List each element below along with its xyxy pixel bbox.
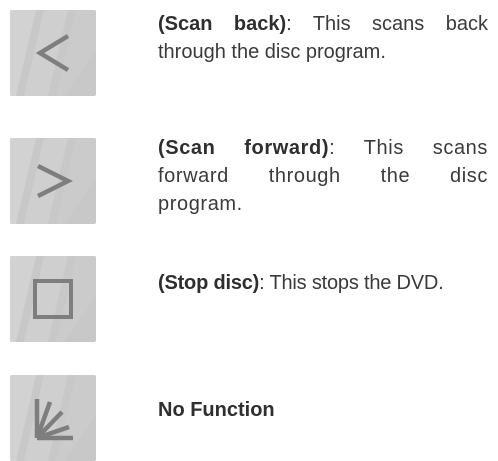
stop-disc-term: (Stop disc) (158, 272, 260, 294)
stop-icon (10, 256, 96, 342)
scan-forward-term: (Scan forward) (158, 137, 330, 159)
scan-back-icon (10, 10, 96, 96)
no-function-label: No Function (158, 399, 275, 421)
scan-back-term: (Scan back) (158, 13, 287, 35)
stop-disc-description: : This stops the DVD. (259, 272, 444, 294)
fan-lines-icon (10, 375, 96, 461)
scan-forward-icon (10, 138, 96, 224)
